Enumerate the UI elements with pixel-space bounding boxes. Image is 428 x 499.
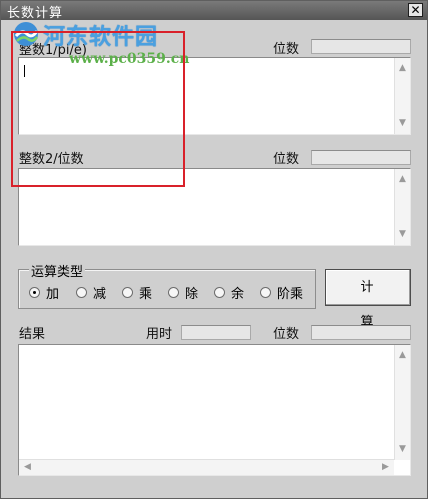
title-bar[interactable]: 长数计算 ✕ bbox=[1, 1, 427, 21]
radio-divide[interactable]: 除 bbox=[168, 283, 198, 302]
radio-button-icon[interactable] bbox=[214, 287, 225, 298]
radio-button-icon[interactable] bbox=[29, 287, 40, 298]
scroll-up-icon[interactable]: ▲ bbox=[398, 175, 407, 184]
input2-digits-label: 位数 bbox=[273, 152, 300, 167]
radio-button-icon[interactable] bbox=[168, 287, 179, 298]
annotation-highlight-box bbox=[11, 31, 185, 187]
scroll-down-icon[interactable]: ▼ bbox=[398, 445, 407, 454]
close-button[interactable]: ✕ bbox=[408, 3, 423, 17]
time-label: 用时 bbox=[146, 327, 173, 342]
scroll-down-icon[interactable]: ▼ bbox=[398, 119, 407, 128]
scroll-up-icon[interactable]: ▲ bbox=[398, 351, 407, 360]
scroll-left-icon[interactable]: ◀ bbox=[23, 463, 32, 472]
result-label: 结果 bbox=[19, 327, 46, 342]
radio-factorial[interactable]: 阶乘 bbox=[260, 283, 303, 302]
operation-type-group: 运算类型 加 减 乘 除 余 阶乘 bbox=[18, 261, 316, 309]
result-digits-label: 位数 bbox=[273, 327, 300, 342]
input1-digits-field bbox=[311, 39, 411, 54]
radio-button-icon[interactable] bbox=[260, 287, 271, 298]
app-window: 长数计算 ✕ 整数1/pi/e) 位数 ▲ ▼ 整数2/位数 位数 ▲ ▼ 运算… bbox=[0, 0, 428, 499]
radio-multiply[interactable]: 乘 bbox=[122, 283, 152, 302]
input2-digits-field bbox=[311, 150, 411, 165]
result-horizontal-scrollbar[interactable]: ◀ ▶ bbox=[19, 459, 394, 475]
radio-modulo[interactable]: 余 bbox=[214, 283, 244, 302]
operation-group-title: 运算类型 bbox=[29, 261, 86, 280]
input1-digits-label: 位数 bbox=[273, 42, 300, 57]
time-field bbox=[181, 325, 251, 340]
calculate-button[interactable]: 计算 bbox=[325, 269, 411, 330]
scroll-up-icon[interactable]: ▲ bbox=[398, 64, 407, 73]
result-vertical-scrollbar[interactable]: ▲ ▼ bbox=[394, 345, 410, 460]
radio-subtract[interactable]: 减 bbox=[76, 283, 106, 302]
result-textarea[interactable]: ▲ ▼ ◀ ▶ bbox=[18, 344, 411, 476]
input1-vertical-scrollbar[interactable]: ▲ ▼ bbox=[394, 58, 410, 134]
radio-button-icon[interactable] bbox=[122, 287, 133, 298]
scroll-right-icon[interactable]: ▶ bbox=[381, 463, 390, 472]
radio-button-icon[interactable] bbox=[76, 287, 87, 298]
radio-add[interactable]: 加 bbox=[29, 283, 59, 302]
result-digits-field bbox=[311, 325, 411, 340]
input2-vertical-scrollbar[interactable]: ▲ ▼ bbox=[394, 169, 410, 245]
scroll-down-icon[interactable]: ▼ bbox=[398, 230, 407, 239]
close-icon: ✕ bbox=[410, 3, 421, 17]
